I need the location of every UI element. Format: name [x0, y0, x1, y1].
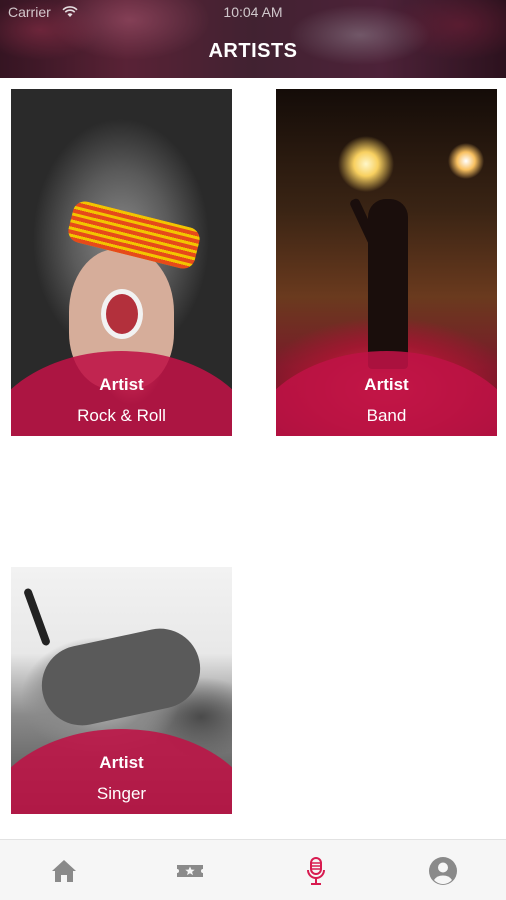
artist-genre: Band — [366, 406, 407, 425]
profile-icon — [429, 857, 457, 885]
page-title: ARTISTS — [208, 40, 298, 62]
artist-genre: Singer — [96, 784, 147, 803]
clock: 10:04 AM — [223, 4, 283, 20]
home-icon — [52, 860, 76, 882]
microphone-icon — [307, 857, 325, 885]
artist-role: Artist — [99, 753, 144, 772]
tab-tickets[interactable] — [174, 855, 206, 887]
tab-bar — [0, 839, 506, 900]
tab-home[interactable] — [48, 855, 80, 887]
ticket-icon — [177, 865, 203, 877]
artist-role: Artist — [364, 375, 409, 394]
tab-artists[interactable] — [300, 855, 332, 887]
tab-profile[interactable] — [427, 855, 459, 887]
artist-card-singer[interactable]: Artist Singer — [11, 467, 232, 814]
header-banner: Carrier 10:04 AM ARTISTS — [0, 0, 506, 78]
artist-role: Artist — [99, 375, 144, 394]
status-bar: Carrier 10:04 AM — [0, 4, 506, 22]
artist-genre: Rock & Roll — [77, 406, 166, 425]
artist-card-band[interactable]: Artist Band — [276, 89, 497, 436]
artist-card-rock-and-roll[interactable]: Artist Rock & Roll — [11, 89, 232, 436]
